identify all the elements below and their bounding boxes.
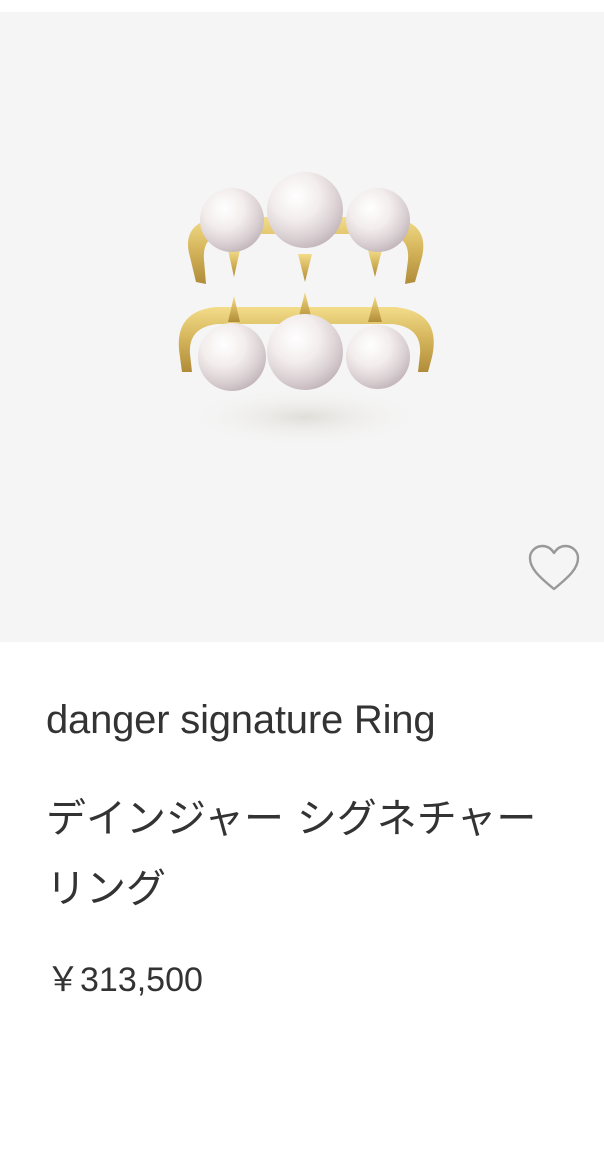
product-info: danger signature Ring デインジャー シグネチャー リング … [46,692,566,1002]
pearl-ring-image [178,172,434,447]
product-card: danger signature Ring デインジャー シグネチャー リング … [0,0,604,1151]
product-name-ja[interactable]: デインジャー シグネチャー リング [46,784,546,924]
heart-outline-icon [528,544,580,591]
product-name-en[interactable]: danger signature Ring [46,692,566,748]
product-image-panel[interactable] [0,12,604,642]
favorite-button[interactable] [526,540,582,596]
product-price: ￥313,500 [46,961,203,999]
